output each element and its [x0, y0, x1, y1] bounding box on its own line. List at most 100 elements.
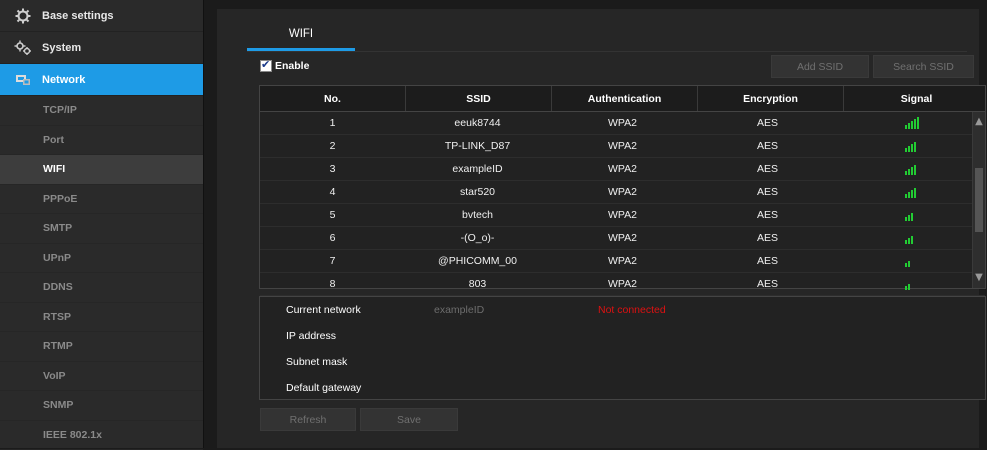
signal-bar: [908, 215, 910, 221]
cell-no: 4: [260, 181, 405, 203]
table-row[interactable]: 2TP-LINK_D87WPA2AES: [260, 135, 985, 158]
nav-network[interactable]: Network: [0, 64, 203, 96]
save-label: Save: [397, 414, 421, 426]
signal-bar: [917, 117, 919, 129]
cell-signal: [840, 204, 973, 226]
signal-bar: [911, 259, 913, 267]
signal-bar: [908, 123, 910, 129]
nav-system[interactable]: System: [0, 32, 203, 64]
cell-authentication: WPA2: [550, 227, 695, 249]
column-header-ssid: SSID: [406, 86, 552, 111]
cell-encryption: AES: [695, 204, 840, 226]
scroll-up-icon[interactable]: ▲: [974, 114, 984, 128]
enable-label: Enable: [275, 60, 309, 72]
signal-bar: [917, 163, 919, 175]
tab-wifi-label: WIFI: [289, 28, 313, 40]
signal-bar: [914, 280, 916, 290]
sidebar-item-label: PPPoE: [43, 193, 77, 205]
signal-bar: [905, 194, 907, 198]
signal-strength-icon: [905, 163, 919, 175]
signal-strength-icon: [905, 278, 919, 290]
cell-signal: [840, 227, 973, 249]
sidebar-item-snmp[interactable]: SNMP: [0, 391, 203, 421]
signal-strength-icon: [905, 186, 919, 198]
table-scrollbar[interactable]: ▲ ▼: [972, 112, 985, 288]
sidebar-item-ddns[interactable]: DDNS: [0, 273, 203, 303]
signal-bar: [905, 286, 907, 290]
cell-ssid: bvtech: [405, 204, 550, 226]
sidebar-item-rtsp[interactable]: RTSP: [0, 303, 203, 333]
current-network-value: exampleID: [434, 304, 484, 316]
signal-strength-icon: [905, 140, 919, 152]
sidebar-item-ieee8021x[interactable]: IEEE 802.1x: [0, 421, 203, 450]
sidebar-item-pppoe[interactable]: PPPoE: [0, 185, 203, 215]
tab-wifi[interactable]: WIFI: [247, 19, 355, 51]
table-row[interactable]: 5bvtechWPA2AES: [260, 204, 985, 227]
sidebar-item-port[interactable]: Port: [0, 126, 203, 156]
sidebar-item-rtmp[interactable]: RTMP: [0, 332, 203, 362]
sidebar-item-upnp[interactable]: UPnP: [0, 244, 203, 274]
signal-strength-icon: [905, 209, 919, 221]
cell-ssid: exampleID: [405, 158, 550, 180]
sidebar-item-smtp[interactable]: SMTP: [0, 214, 203, 244]
column-header-authentication: Authentication: [552, 86, 698, 111]
signal-bar: [911, 213, 913, 221]
refresh-button[interactable]: Refresh: [260, 408, 356, 431]
sidebar-item-label: Port: [43, 134, 64, 146]
signal-bar: [914, 165, 916, 175]
cell-ssid: TP-LINK_D87: [405, 135, 550, 157]
signal-bar: [905, 148, 907, 152]
checkbox-checked-icon[interactable]: [260, 60, 272, 72]
scroll-down-icon[interactable]: ▼: [974, 270, 984, 284]
nav-network-label: Network: [42, 74, 85, 86]
cell-ssid: @PHICOMM_00: [405, 250, 550, 272]
signal-bar: [914, 142, 916, 152]
table-row[interactable]: 7@PHICOMM_00WPA2AES: [260, 250, 985, 273]
cell-no: 5: [260, 204, 405, 226]
ip-address-label: IP address: [286, 330, 336, 342]
cell-encryption: AES: [695, 273, 840, 295]
cell-signal: [840, 158, 973, 180]
signal-bar: [905, 171, 907, 175]
cell-authentication: WPA2: [550, 250, 695, 272]
sidebar-item-label: WIFI: [43, 163, 65, 175]
table-row[interactable]: 8803WPA2AES: [260, 273, 985, 296]
signal-bar: [914, 257, 916, 267]
sidebar-item-voip[interactable]: VoIP: [0, 362, 203, 392]
refresh-label: Refresh: [290, 414, 327, 426]
subnet-mask-label: Subnet mask: [286, 356, 347, 368]
nav-system-label: System: [42, 42, 81, 54]
network-icon: [14, 71, 32, 89]
sidebar-item-wifi[interactable]: WIFI: [0, 155, 203, 185]
cell-signal: [840, 135, 973, 157]
signal-bar: [914, 119, 916, 129]
tab-bar: WIFI: [247, 19, 967, 52]
sidebar-item-label: RTSP: [43, 311, 71, 323]
info-row-gateway: Default gateway: [260, 375, 985, 401]
cell-ssid: star520: [405, 181, 550, 203]
search-ssid-button[interactable]: Search SSID: [873, 55, 974, 78]
nav-base-settings[interactable]: Base settings: [0, 0, 203, 32]
cell-authentication: WPA2: [550, 112, 695, 134]
scroll-thumb[interactable]: [975, 168, 983, 232]
sidebar-item-tcpip[interactable]: TCP/IP: [0, 96, 203, 126]
column-header-signal: Signal: [844, 86, 987, 111]
add-ssid-button[interactable]: Add SSID: [771, 55, 869, 78]
sidebar-item-label: UPnP: [43, 252, 71, 264]
signal-bar: [908, 192, 910, 198]
signal-bar: [908, 284, 910, 290]
table-header: No. SSID Authentication Encryption Signa…: [260, 86, 985, 112]
gear-icon: [14, 7, 32, 25]
signal-strength-icon: [905, 255, 919, 267]
search-ssid-label: Search SSID: [893, 61, 954, 73]
table-row[interactable]: 4star520WPA2AES: [260, 181, 985, 204]
save-button[interactable]: Save: [360, 408, 458, 431]
table-row[interactable]: 3exampleIDWPA2AES: [260, 158, 985, 181]
cell-signal: [840, 112, 973, 134]
table-row[interactable]: 6-(O_o)-WPA2AES: [260, 227, 985, 250]
signal-bar: [911, 236, 913, 244]
table-row[interactable]: 1eeuk8744WPA2AES: [260, 112, 985, 135]
signal-strength-icon: [905, 117, 919, 129]
enable-checkbox[interactable]: Enable: [260, 60, 309, 72]
cell-authentication: WPA2: [550, 181, 695, 203]
